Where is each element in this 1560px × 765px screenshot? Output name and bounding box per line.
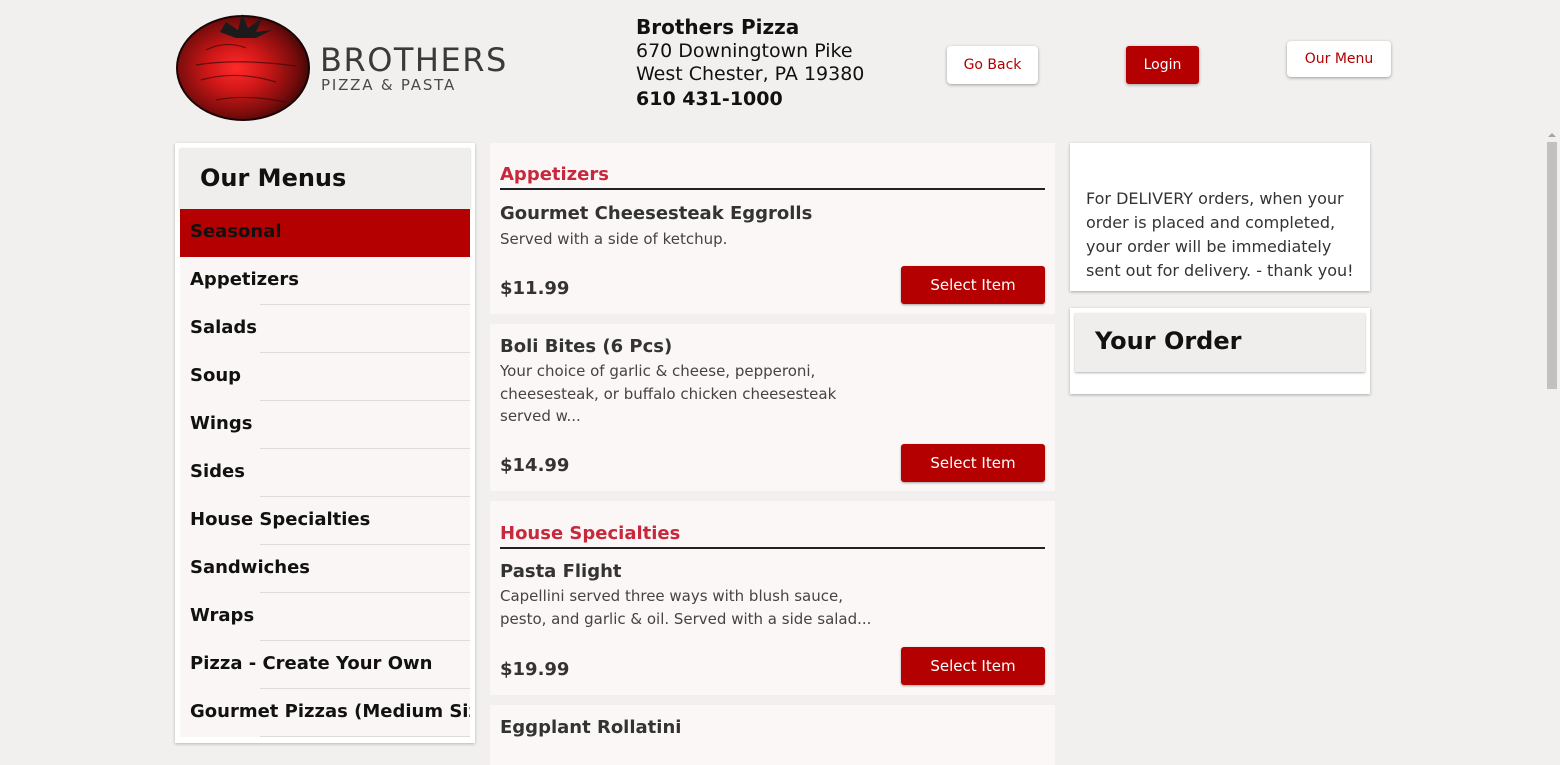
delivery-notice-text: For DELIVERY orders, when your order is …	[1086, 189, 1354, 280]
item-price: $14.99	[500, 455, 570, 476]
select-item-button[interactable]: Select Item	[901, 444, 1045, 482]
item-name: Gourmet Cheesesteak Eggrolls	[500, 203, 813, 224]
our-menu-button[interactable]: Our Menu	[1287, 41, 1391, 77]
tomato-icon	[176, 14, 310, 121]
item-description: Your choice of garlic & cheese, pepperon…	[500, 362, 837, 425]
store-address-line1: 670 Downingtown Pike	[636, 40, 853, 62]
section-divider	[500, 188, 1045, 190]
order-panel: Your Order	[1070, 308, 1370, 394]
logo-text-pizza-pasta: PIZZA & PASTA	[321, 76, 456, 94]
store-address-line2: West Chester, PA 19380	[636, 63, 865, 85]
store-info: Brothers Pizza 670 Downingtown Pike West…	[636, 14, 864, 112]
order-title: Your Order	[1075, 313, 1365, 372]
section-title-appetizers: Appetizers	[500, 164, 609, 185]
section-divider	[500, 547, 1045, 549]
store-name: Brothers Pizza	[636, 15, 800, 39]
item-description: Capellini served three ways with blush s…	[500, 587, 872, 628]
item-name: Eggplant Rollatini	[500, 717, 682, 738]
store-phone[interactable]: 610 431-1000	[636, 86, 864, 112]
item-name: Boli Bites (6 Pcs)	[500, 336, 673, 357]
item-description: Served with a side of ketchup.	[500, 230, 728, 248]
menu-sidebar: Our Menus Seasonal Appetizers Salads Sou…	[175, 143, 475, 743]
sidebar-item-house-specialties[interactable]: House Specialties	[180, 497, 470, 545]
menu-item-card: Boli Bites (6 Pcs) Your choice of garlic…	[490, 324, 1055, 491]
scrollbar-thumb[interactable]	[1547, 142, 1557, 389]
section-title-house-specialties: House Specialties	[500, 523, 681, 544]
menu-item-card: House Specialties Pasta Flight Capellini…	[490, 501, 1055, 695]
go-back-button[interactable]: Go Back	[947, 46, 1038, 84]
sidebar-item-wings[interactable]: Wings	[180, 401, 470, 449]
select-item-button[interactable]: Select Item	[901, 647, 1045, 685]
sidebar-item-gourmet-pizzas[interactable]: Gourmet Pizzas (Medium Siz	[180, 689, 470, 737]
item-price: $11.99	[500, 278, 570, 299]
sidebar-title: Our Menus	[180, 148, 470, 209]
logo-text-brothers: BROTHERS	[320, 41, 508, 79]
sidebar-item-wraps[interactable]: Wraps	[180, 593, 470, 641]
delivery-notice: For DELIVERY orders, when your order is …	[1070, 143, 1370, 291]
sidebar-item-soup[interactable]: Soup	[180, 353, 470, 401]
sidebar-item-sides[interactable]: Sides	[180, 449, 470, 497]
sidebar-item-sandwiches[interactable]: Sandwiches	[180, 545, 470, 593]
scroll-up-arrow-icon[interactable]	[1546, 130, 1558, 140]
menu-item-card: Appetizers Gourmet Cheesesteak Eggrolls …	[490, 143, 1055, 314]
item-name: Pasta Flight	[500, 561, 622, 582]
menu-item-card: Eggplant Rollatini	[490, 705, 1055, 765]
sidebar-item-seasonal[interactable]: Seasonal	[180, 209, 470, 257]
brand-logo[interactable]: BROTHERS PIZZA & PASTA	[176, 10, 536, 122]
login-button[interactable]: Login	[1126, 46, 1199, 84]
select-item-button[interactable]: Select Item	[901, 266, 1045, 304]
sidebar-item-pizza-create-your-own[interactable]: Pizza - Create Your Own	[180, 641, 470, 689]
item-price: $19.99	[500, 659, 570, 680]
sidebar-item-salads[interactable]: Salads	[180, 305, 470, 353]
sidebar-item-appetizers[interactable]: Appetizers	[180, 257, 470, 305]
